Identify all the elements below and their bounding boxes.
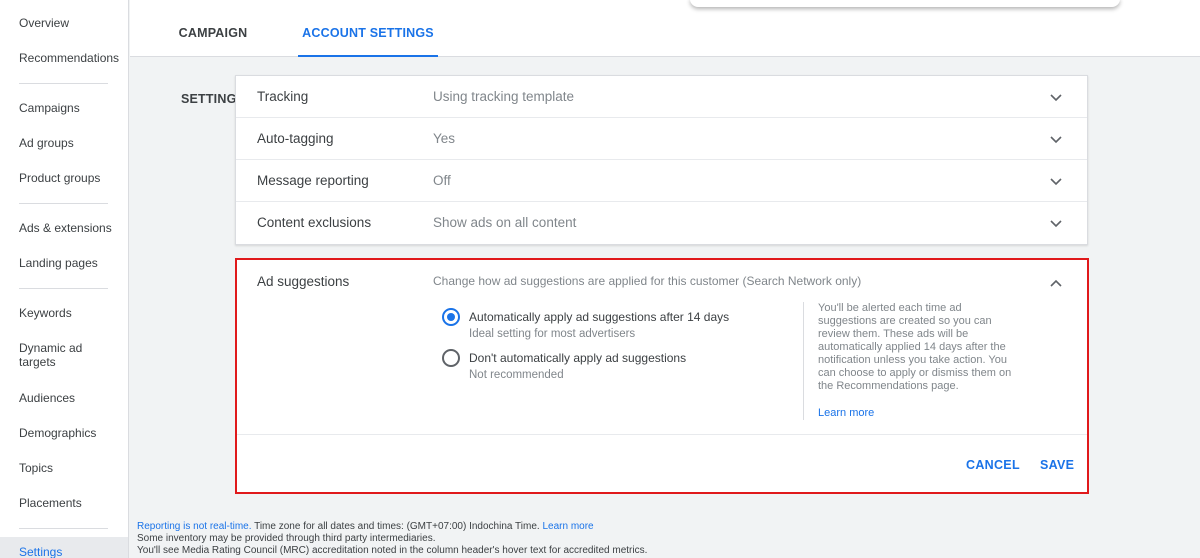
app-root: Overview Recommendations Campaigns Ad gr… xyxy=(0,0,1200,558)
page-footer: Reporting is not real-time. Time zone fo… xyxy=(137,521,1197,557)
setting-row-auto-tagging[interactable]: Auto-tagging Yes xyxy=(236,118,1087,160)
setting-value: Off xyxy=(433,173,451,188)
sidebar-item-placements[interactable]: Placements xyxy=(0,496,128,510)
setting-row-tracking[interactable]: Tracking Using tracking template xyxy=(236,76,1087,118)
radio-subtitle: Ideal setting for most advertisers xyxy=(469,328,636,340)
info-line: the Recommendations page. xyxy=(818,380,959,392)
info-divider xyxy=(803,302,804,420)
info-line: review them. These ads will be xyxy=(818,328,969,340)
radio-button-selected[interactable] xyxy=(442,308,460,326)
footer-learn-more-link[interactable]: Learn more xyxy=(542,521,593,532)
tab-account-settings[interactable]: ACCOUNT SETTINGS xyxy=(298,0,438,57)
info-line: can choose to apply or dismiss them on xyxy=(818,367,1012,379)
ad-suggestions-description: Change how ad suggestions are applied fo… xyxy=(433,274,862,288)
panel-footer-divider xyxy=(237,434,1087,435)
sidebar-divider xyxy=(19,288,108,289)
sidebar-item-product-groups[interactable]: Product groups xyxy=(0,171,128,185)
setting-label: Message reporting xyxy=(257,173,369,188)
setting-row-content-exclusions[interactable]: Content exclusions Show ads on all conte… xyxy=(236,202,1087,244)
account-settings-card: Tracking Using tracking template Auto-ta… xyxy=(235,75,1088,245)
radio-subtitle: Not recommended xyxy=(469,369,564,381)
chevron-down-icon[interactable] xyxy=(1049,132,1063,146)
settings-header: CAMPAIGN SETTINGS ACCOUNT SETTINGS xyxy=(130,0,1200,106)
radio-button[interactable] xyxy=(442,349,460,367)
ad-suggestions-label: Ad suggestions xyxy=(257,274,350,289)
radio-title: Automatically apply ad suggestions after… xyxy=(469,310,730,324)
setting-row-message-reporting[interactable]: Message reporting Off xyxy=(236,160,1087,202)
sidebar-item-landing-pages[interactable]: Landing pages xyxy=(0,256,128,270)
sidebar-item-demographics[interactable]: Demographics xyxy=(0,426,128,440)
ad-suggestions-info: You'll be alerted each time ad suggestio… xyxy=(818,302,1033,393)
sidebar-item-ads-extensions[interactable]: Ads & extensions xyxy=(0,221,128,235)
info-line: suggestions are created so you can xyxy=(818,315,992,327)
overlay-popup-edge xyxy=(690,0,1120,7)
reporting-realtime-note[interactable]: Reporting is not real-time. xyxy=(137,521,252,532)
chevron-down-icon[interactable] xyxy=(1049,90,1063,104)
sidebar-item-keywords[interactable]: Keywords xyxy=(0,306,128,320)
chevron-down-icon[interactable] xyxy=(1049,216,1063,230)
info-line: automatically applied 14 days after the xyxy=(818,341,1006,353)
chevron-up-icon[interactable] xyxy=(1049,277,1063,291)
sidebar-item-recommendations[interactable]: Recommendations xyxy=(0,51,128,65)
sidebar-divider xyxy=(19,203,108,204)
save-button[interactable]: SAVE xyxy=(1040,458,1074,472)
sidebar-divider xyxy=(19,83,108,84)
setting-value: Show ads on all content xyxy=(433,215,577,230)
setting-label: Auto-tagging xyxy=(257,131,334,146)
ad-suggestions-panel: Ad suggestions Change how ad suggestions… xyxy=(235,258,1089,494)
sidebar-item-settings[interactable]: Settings xyxy=(0,537,128,558)
sidebar-divider xyxy=(19,528,108,529)
radio-title: Don't automatically apply ad suggestions xyxy=(469,351,687,365)
sidebar-item-audiences[interactable]: Audiences xyxy=(0,391,128,405)
sidebar-item-ad-groups[interactable]: Ad groups xyxy=(0,136,128,150)
learn-more-link[interactable]: Learn more xyxy=(818,407,874,419)
sidebar-item-campaigns[interactable]: Campaigns xyxy=(0,101,128,115)
chevron-down-icon[interactable] xyxy=(1049,174,1063,188)
sidebar-item-dynamic-ad-targets[interactable]: Dynamic ad targets xyxy=(0,341,95,369)
setting-value: Yes xyxy=(433,131,456,146)
setting-value: Using tracking template xyxy=(433,89,575,104)
cancel-button[interactable]: CANCEL xyxy=(966,458,1020,472)
sidebar-nav: Overview Recommendations Campaigns Ad gr… xyxy=(0,0,129,558)
info-line: You'll be alerted each time ad xyxy=(818,302,962,314)
sidebar-item-overview[interactable]: Overview xyxy=(0,16,128,30)
sidebar-item-topics[interactable]: Topics xyxy=(0,461,128,475)
footer-line-mrc: You'll see Media Rating Council (MRC) ac… xyxy=(137,545,648,556)
tab-campaign-settings[interactable]: CAMPAIGN SETTINGS xyxy=(150,0,276,106)
setting-label: Tracking xyxy=(257,89,309,104)
footer-line-timezone: Reporting is not real-time. Time zone fo… xyxy=(137,521,1197,533)
footer-line-inventory: Some inventory may be provided through t… xyxy=(137,533,436,544)
timezone-note: Time zone for all dates and times: (GMT+… xyxy=(251,521,543,532)
info-line: notification unless you take action. You xyxy=(818,354,1007,366)
setting-label: Content exclusions xyxy=(257,215,372,230)
